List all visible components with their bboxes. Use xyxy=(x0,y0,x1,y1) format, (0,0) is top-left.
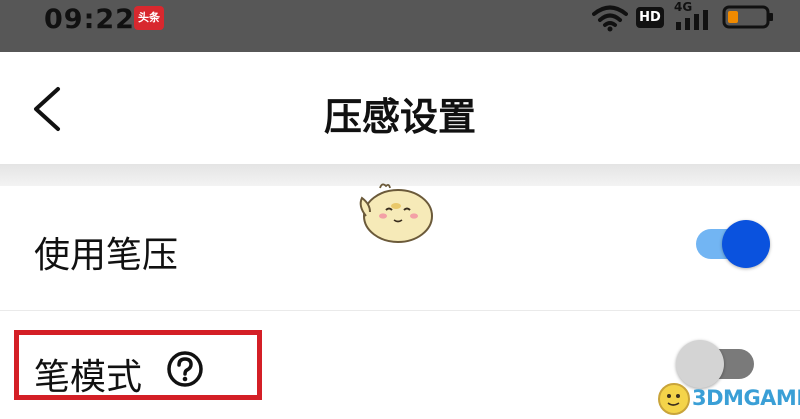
pen-pressure-toggle[interactable] xyxy=(696,220,774,268)
question-circle-icon[interactable] xyxy=(166,350,204,388)
battery-icon xyxy=(722,5,773,29)
status-bar: 09:22 头条 HD 4G xyxy=(0,0,800,52)
title-bar: 压感设置 xyxy=(0,52,800,164)
watermark-text: 3DMGAME xyxy=(692,386,800,410)
mascot-sticker-icon xyxy=(359,183,433,243)
hd-badge: HD xyxy=(636,7,664,28)
toggle-knob xyxy=(722,220,770,268)
setting-label-pen-mode: 笔模式 xyxy=(34,357,143,398)
app-notification-badge: 头条 xyxy=(134,6,164,30)
watermark: 3DMGAME xyxy=(652,378,800,419)
setting-label-pen-pressure: 使用笔压 xyxy=(34,235,179,276)
watermark-logo-icon xyxy=(658,383,690,415)
wifi-icon xyxy=(592,5,628,32)
app-screen: 09:22 头条 HD 4G 压感设置 使用笔压 笔模式 3DMGAME xyxy=(0,0,800,419)
signal-icon xyxy=(676,10,708,30)
page-title: 压感设置 xyxy=(323,95,476,139)
chevron-left-icon[interactable] xyxy=(30,86,64,132)
status-time: 09:22 xyxy=(44,4,135,35)
